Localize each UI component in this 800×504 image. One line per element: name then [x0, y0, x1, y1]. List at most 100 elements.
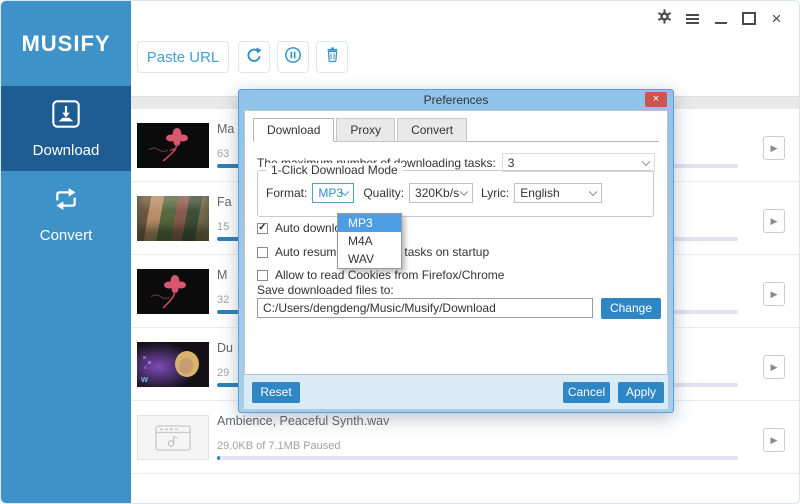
- max-tasks-value: 3: [503, 156, 515, 170]
- progress-text: 63: [217, 148, 229, 160]
- checkbox-unchecked[interactable]: [257, 270, 268, 281]
- play-icon: ▶: [771, 289, 778, 300]
- format-quality-lyric-row: Format: MP3 Quality: 320Kb/s Lyric: Engl…: [266, 183, 647, 203]
- pause-button[interactable]: [277, 41, 309, 73]
- app-window: MUSIFY Download: [0, 0, 800, 504]
- apply-button-label: Apply: [626, 385, 656, 399]
- window-controls: ×: [656, 10, 785, 27]
- sidebar-item-label: Download: [33, 142, 100, 159]
- paste-url-button[interactable]: Paste URL: [137, 41, 229, 73]
- reset-button-label: Reset: [260, 385, 291, 399]
- delete-button[interactable]: [316, 41, 348, 73]
- play-icon: ▶: [771, 435, 778, 446]
- play-icon: ▶: [771, 362, 778, 373]
- reset-button[interactable]: Reset: [252, 382, 300, 403]
- menu-button[interactable]: [684, 10, 701, 27]
- dialog-close-button[interactable]: ×: [645, 92, 667, 107]
- play-icon: ▶: [771, 216, 778, 227]
- format-label: Format:: [266, 186, 307, 200]
- checkbox-unchecked[interactable]: [257, 247, 268, 258]
- track-title: M: [217, 268, 227, 282]
- play-button[interactable]: ▶: [763, 428, 785, 452]
- chevron-down-icon: [642, 157, 650, 165]
- checkbox-checked[interactable]: ✓: [257, 223, 268, 234]
- audio-file-placeholder-icon: [137, 415, 209, 460]
- play-button[interactable]: ▶: [763, 209, 785, 233]
- tab-proxy[interactable]: Proxy: [336, 118, 395, 142]
- progress-text: 32: [217, 294, 229, 306]
- format-select[interactable]: MP3: [312, 183, 354, 203]
- track-title: Fa: [217, 195, 232, 209]
- video-thumbnail: [137, 123, 209, 168]
- play-button[interactable]: ▶: [763, 136, 785, 160]
- lyric-value: English: [515, 186, 559, 200]
- sidebar-item-convert[interactable]: Convert: [1, 171, 131, 256]
- watermark-logo: w: [141, 374, 148, 384]
- close-icon: ×: [772, 10, 782, 27]
- video-thumbnail: [137, 269, 209, 314]
- minimize-icon: [715, 22, 727, 24]
- play-button[interactable]: ▶: [763, 282, 785, 306]
- sidebar: MUSIFY Download: [1, 1, 131, 503]
- quality-label: Quality:: [363, 186, 404, 200]
- checkbox-label: Allow to read Cookies from Firefox/Chrom…: [275, 268, 504, 282]
- paste-url-label: Paste URL: [147, 49, 220, 66]
- progress-text: 29: [217, 367, 229, 379]
- quality-value: 320Kb/s: [410, 186, 459, 200]
- track-title: Ambience, Peaceful Synth.wav: [217, 414, 389, 428]
- progress-text: 29.0KB of 7.1MB Paused: [217, 440, 341, 452]
- tab-convert[interactable]: Convert: [397, 118, 467, 142]
- lyric-select[interactable]: English: [514, 183, 602, 203]
- save-path-input[interactable]: [257, 298, 593, 318]
- lyric-label: Lyric:: [481, 186, 509, 200]
- download-icon: [50, 98, 82, 135]
- track-title: Ma: [217, 122, 234, 136]
- track-title: Du: [217, 341, 233, 355]
- dropdown-option-m4a[interactable]: M4A: [338, 232, 401, 250]
- progress-fill: [217, 456, 220, 460]
- change-button-label: Change: [610, 301, 652, 315]
- close-icon: ×: [653, 93, 659, 105]
- dropdown-option-mp3[interactable]: MP3: [338, 214, 401, 232]
- refresh-button[interactable]: [238, 41, 270, 73]
- play-button[interactable]: ▶: [763, 355, 785, 379]
- app-logo: MUSIFY: [21, 31, 110, 57]
- dialog-title: Preferences: [239, 93, 673, 107]
- video-thumbnail: [137, 196, 209, 241]
- dropdown-option-wav[interactable]: WAV: [338, 250, 401, 268]
- dialog-tabs: Download Proxy Convert: [253, 118, 659, 142]
- change-button[interactable]: Change: [601, 298, 661, 319]
- play-icon: ▶: [771, 143, 778, 154]
- format-dropdown-list: MP3 M4A WAV: [337, 213, 402, 269]
- logo-section: MUSIFY: [1, 1, 131, 86]
- video-thumbnail: w: [137, 342, 209, 387]
- one-click-download-groupbox: 1-Click Download Mode Format: MP3 Qualit…: [257, 170, 654, 217]
- sidebar-item-download[interactable]: Download: [1, 86, 131, 171]
- pause-icon: [284, 46, 302, 69]
- sidebar-item-label: Convert: [40, 227, 93, 244]
- apply-button[interactable]: Apply: [618, 382, 664, 403]
- tab-download[interactable]: Download: [253, 118, 334, 142]
- progress-text: 15: [217, 221, 229, 233]
- dialog-content: Download Proxy Convert The maximum numbe…: [244, 110, 668, 375]
- cancel-button-label: Cancel: [568, 385, 605, 399]
- cancel-button[interactable]: Cancel: [563, 382, 610, 403]
- preferences-dialog: Preferences × Download Proxy Convert The…: [238, 89, 674, 413]
- minimize-button[interactable]: [712, 10, 729, 27]
- read-cookies-checkbox-row[interactable]: Allow to read Cookies from Firefox/Chrom…: [257, 268, 504, 282]
- refresh-icon: [245, 46, 263, 69]
- save-path-label: Save downloaded files to:: [257, 283, 394, 297]
- check-icon: ✓: [258, 223, 266, 233]
- format-value: MP3: [313, 186, 343, 200]
- trash-icon: [324, 46, 341, 68]
- dialog-footer: Reset Cancel Apply: [244, 375, 668, 409]
- maximize-button[interactable]: [740, 10, 757, 27]
- close-window-button[interactable]: ×: [768, 10, 785, 27]
- gear-icon: [657, 9, 672, 29]
- progress-bar: [217, 456, 738, 460]
- groupbox-legend: 1-Click Download Mode: [266, 163, 403, 177]
- convert-icon: [50, 183, 82, 220]
- chevron-down-icon: [589, 188, 597, 196]
- quality-select[interactable]: 320Kb/s: [409, 183, 473, 203]
- settings-gear-button[interactable]: [656, 10, 673, 27]
